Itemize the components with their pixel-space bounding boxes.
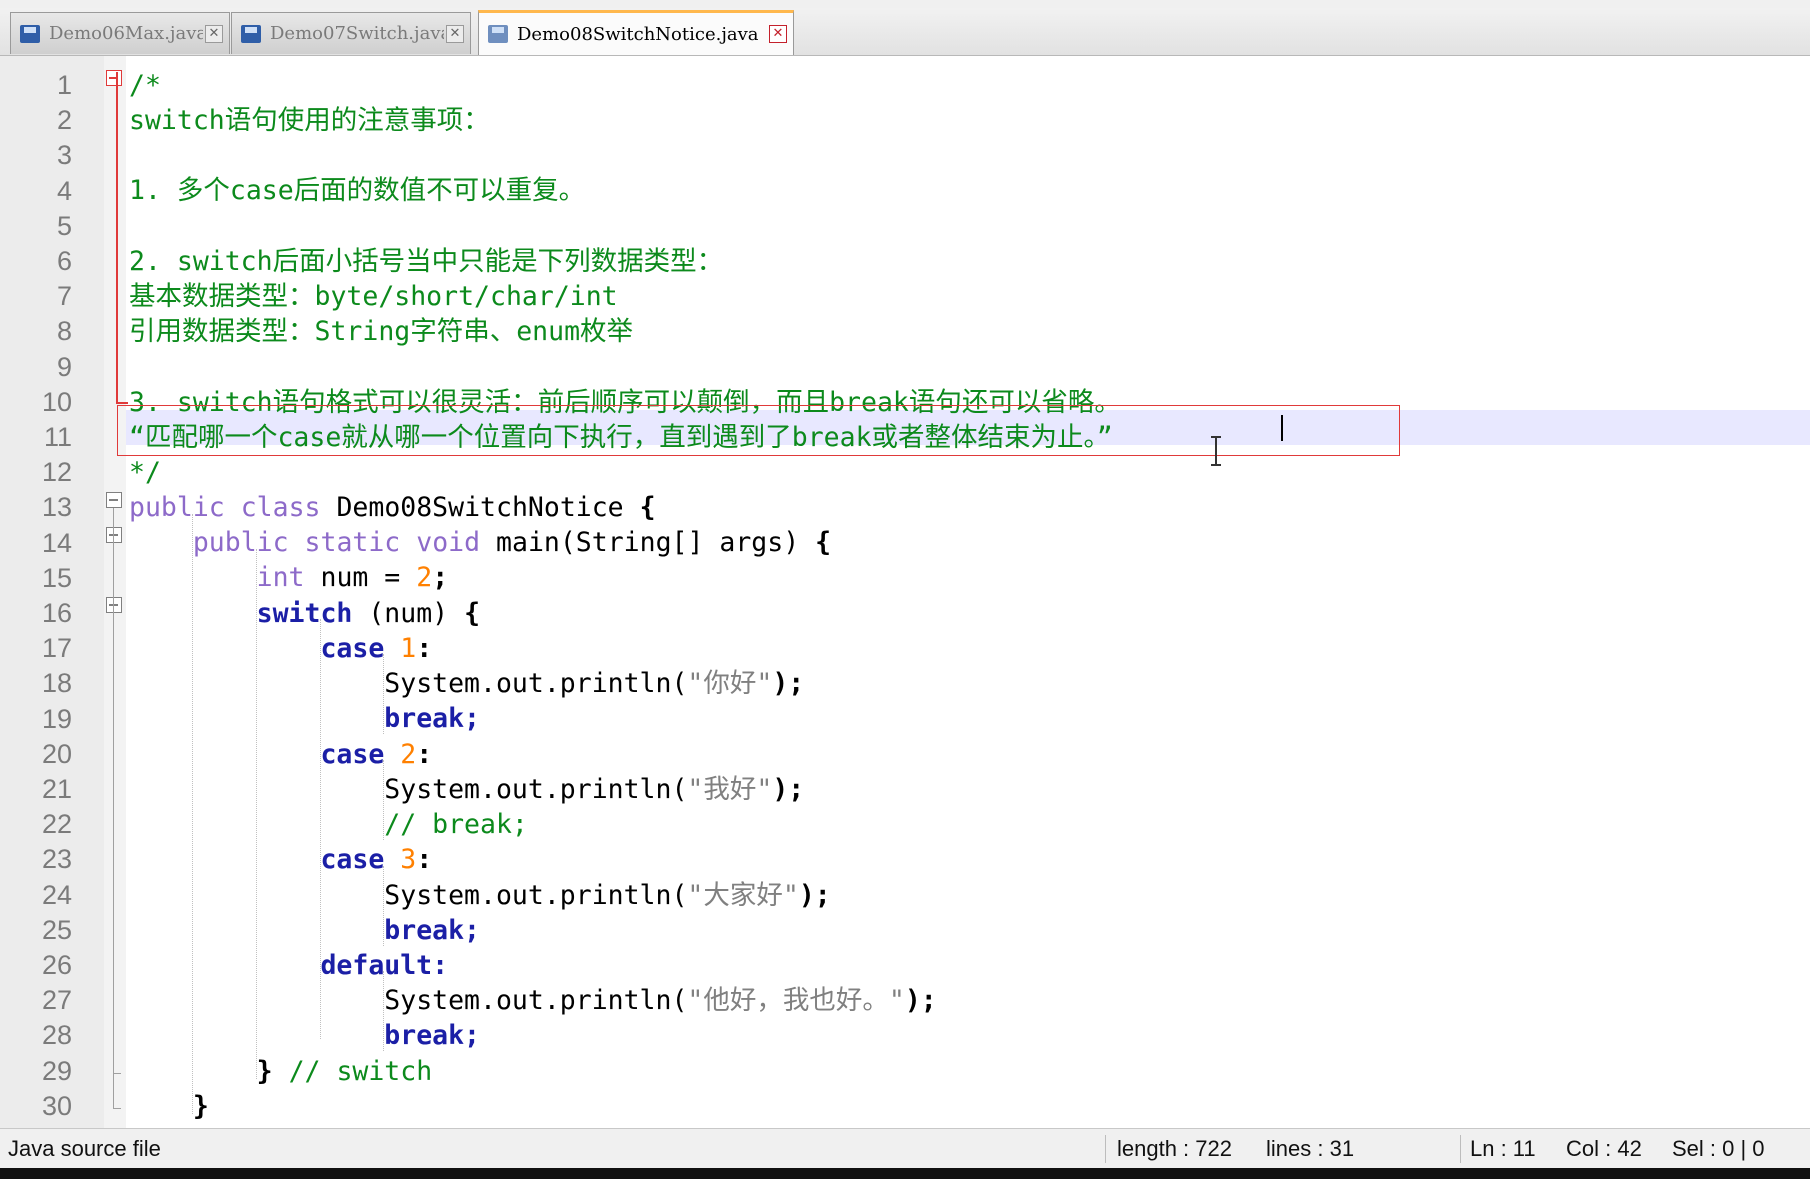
status-length: length : 722 xyxy=(1117,1136,1232,1161)
file-saved-icon xyxy=(19,23,41,45)
line-number: 12 xyxy=(41,457,72,488)
line-number: 11 xyxy=(43,422,72,452)
code-line-25: break; xyxy=(384,915,481,946)
code-line-2: switch语句使用的注意事项： xyxy=(129,105,490,136)
line-number: 4 xyxy=(56,175,72,206)
status-separator xyxy=(1105,1135,1106,1163)
code-line-16: switch (num) { xyxy=(256,598,481,629)
line-number: 24 xyxy=(41,879,72,910)
code-line-14: public static void main(String[] args) { xyxy=(192,527,832,558)
text-caret xyxy=(1281,415,1283,441)
line-number: 20 xyxy=(41,738,72,769)
line-number: 6 xyxy=(56,246,72,276)
line-number: 7 xyxy=(56,281,72,312)
line-number: 13 xyxy=(41,492,72,523)
line-number: 17 xyxy=(41,633,72,664)
code-line-18: System.out.println("你好"); xyxy=(384,668,805,699)
code-line-13: public class Demo08SwitchNotice { xyxy=(129,492,656,523)
fold-range-end xyxy=(116,402,128,404)
tab-bar: Demo06Max.java ✕ Demo07Switch.java ✕ Dem… xyxy=(0,0,1810,56)
line-number: 10 xyxy=(41,386,72,417)
tab-label: Demo06Max.java xyxy=(49,23,203,44)
code-line-22: // break; xyxy=(384,809,528,840)
fold-toggle-icon[interactable] xyxy=(106,492,122,508)
code-line-30: } xyxy=(192,1091,209,1122)
code-line-27: System.out.println("他好，我也好。"); xyxy=(384,985,937,1016)
status-column: Col : 42 xyxy=(1566,1136,1642,1161)
code-line-1: /* xyxy=(129,70,161,101)
fold-margin xyxy=(104,56,126,1128)
line-number: 18 xyxy=(41,668,72,699)
file-saved-icon xyxy=(487,23,509,45)
fold-toggle-icon[interactable] xyxy=(106,597,122,613)
line-number: 19 xyxy=(41,703,72,734)
line-number: 3 xyxy=(56,140,72,171)
code-line-29: } // switch xyxy=(256,1056,433,1087)
mouse-ibeam-cursor-icon xyxy=(1211,436,1221,466)
line-number: 8 xyxy=(56,316,72,347)
code-line-21: System.out.println("我好"); xyxy=(384,774,805,805)
fold-end-tick xyxy=(113,1073,121,1074)
status-lines: lines : 31 xyxy=(1266,1136,1355,1161)
tab-demo07switch[interactable]: Demo07Switch.java ✕ xyxy=(231,12,471,54)
close-tab-icon[interactable]: ✕ xyxy=(769,25,787,43)
line-number: 9 xyxy=(56,351,72,382)
tab-label: Demo07Switch.java xyxy=(270,23,444,44)
line-number: 23 xyxy=(41,844,72,875)
code-line-19: break; xyxy=(384,703,481,734)
line-number: 30 xyxy=(41,1090,72,1121)
fold-toggle-icon[interactable] xyxy=(106,70,122,86)
code-line-17: case 1: xyxy=(320,633,433,664)
code-line-20: case 2: xyxy=(320,739,433,770)
code-line-4: 1. 多个case后面的数值不可以重复。 xyxy=(129,175,586,206)
toolbar-strip xyxy=(0,0,1810,8)
status-bar: Java source file length : 722 lines : 31… xyxy=(0,1128,1810,1169)
close-tab-icon[interactable]: ✕ xyxy=(205,24,223,43)
fold-end-tick xyxy=(113,1108,121,1109)
code-editor[interactable]: 1 2 3 4 5 6 7 8 9 10 11 12 13 14 15 16 17 18 19 20 21 22 23 24 2… xyxy=(0,56,1810,1128)
line-number: 25 xyxy=(41,914,72,945)
taskbar-strip xyxy=(0,1168,1810,1179)
fold-range-line xyxy=(116,72,118,403)
code-line-26: default: xyxy=(320,950,449,981)
code-line-12: */ xyxy=(129,457,161,488)
line-number: 21 xyxy=(41,774,72,804)
code-line-28: break; xyxy=(384,1020,481,1051)
status-selection: Sel : 0 | 0 xyxy=(1672,1136,1765,1161)
status-line-number: Ln : 11 xyxy=(1470,1136,1536,1161)
file-saved-icon xyxy=(240,23,262,45)
line-number: 15 xyxy=(41,562,72,593)
line-number: 29 xyxy=(41,1055,72,1086)
tab-demo08switchnotice[interactable]: Demo08SwitchNotice.java ✕ xyxy=(478,10,794,55)
status-separator xyxy=(1460,1135,1461,1163)
line-number: 28 xyxy=(41,1020,72,1051)
line-number: 2 xyxy=(56,105,72,136)
line-number: 14 xyxy=(41,527,72,558)
fold-toggle-icon[interactable] xyxy=(106,527,122,543)
status-file-type: Java source file xyxy=(8,1136,161,1161)
line-number: 22 xyxy=(41,809,72,840)
line-number: 16 xyxy=(41,598,72,628)
code-line-7: 基本数据类型：byte/short/char/int xyxy=(129,281,618,312)
line-number: 26 xyxy=(41,950,72,980)
code-line-15: int num = 2; xyxy=(256,562,449,593)
line-number: 27 xyxy=(41,985,72,1016)
tab-demo06max[interactable]: Demo06Max.java ✕ xyxy=(10,12,230,54)
code-line-6: 2. switch后面小括号当中只能是下列数据类型： xyxy=(129,246,724,277)
tab-label: Demo08SwitchNotice.java xyxy=(517,23,759,45)
fold-guide-line xyxy=(113,508,114,1108)
code-line-24: System.out.println("大家好"); xyxy=(384,880,831,911)
code-line-8: 引用数据类型：String字符串、enum枚举 xyxy=(129,316,634,347)
line-number: 5 xyxy=(56,210,72,241)
highlight-annotation-box xyxy=(117,405,1400,456)
line-number: 1 xyxy=(56,70,72,100)
code-line-23: case 3: xyxy=(320,844,433,875)
close-tab-icon[interactable]: ✕ xyxy=(446,24,464,43)
